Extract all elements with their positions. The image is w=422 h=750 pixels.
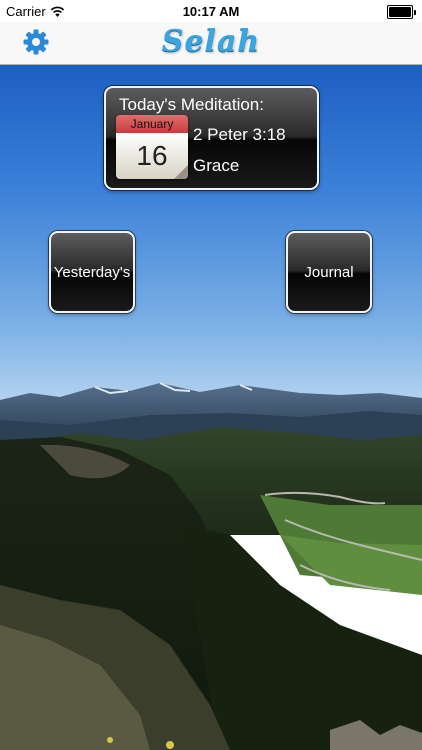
status-bar: Carrier 10:17 AM (0, 0, 422, 22)
calendar-month: January (116, 115, 188, 133)
calendar-day: 16 (116, 133, 188, 179)
journal-button-label: Journal (304, 264, 354, 281)
app-title: Selah (161, 24, 261, 59)
page-curl-icon (174, 165, 188, 179)
yesterdays-button[interactable]: Yesterday's (49, 231, 135, 313)
calendar-icon: January 16 (116, 115, 188, 179)
status-time: 10:17 AM (182, 4, 240, 19)
nav-bar: Selah (0, 22, 422, 65)
battery-fill (389, 7, 411, 17)
yesterdays-button-label: Yesterday's (53, 264, 131, 281)
todays-meditation-heading: Today's Meditation: (119, 95, 264, 114)
verse-reference: 2 Peter 3:18 (193, 125, 286, 144)
todays-meditation-card[interactable]: Today's Meditation: January 16 2 Peter 3… (104, 86, 319, 190)
verse-topic: Grace (193, 156, 240, 175)
calendar-day-number: 16 (136, 140, 168, 171)
battery-icon (387, 5, 416, 19)
journal-button[interactable]: Journal (286, 231, 372, 313)
